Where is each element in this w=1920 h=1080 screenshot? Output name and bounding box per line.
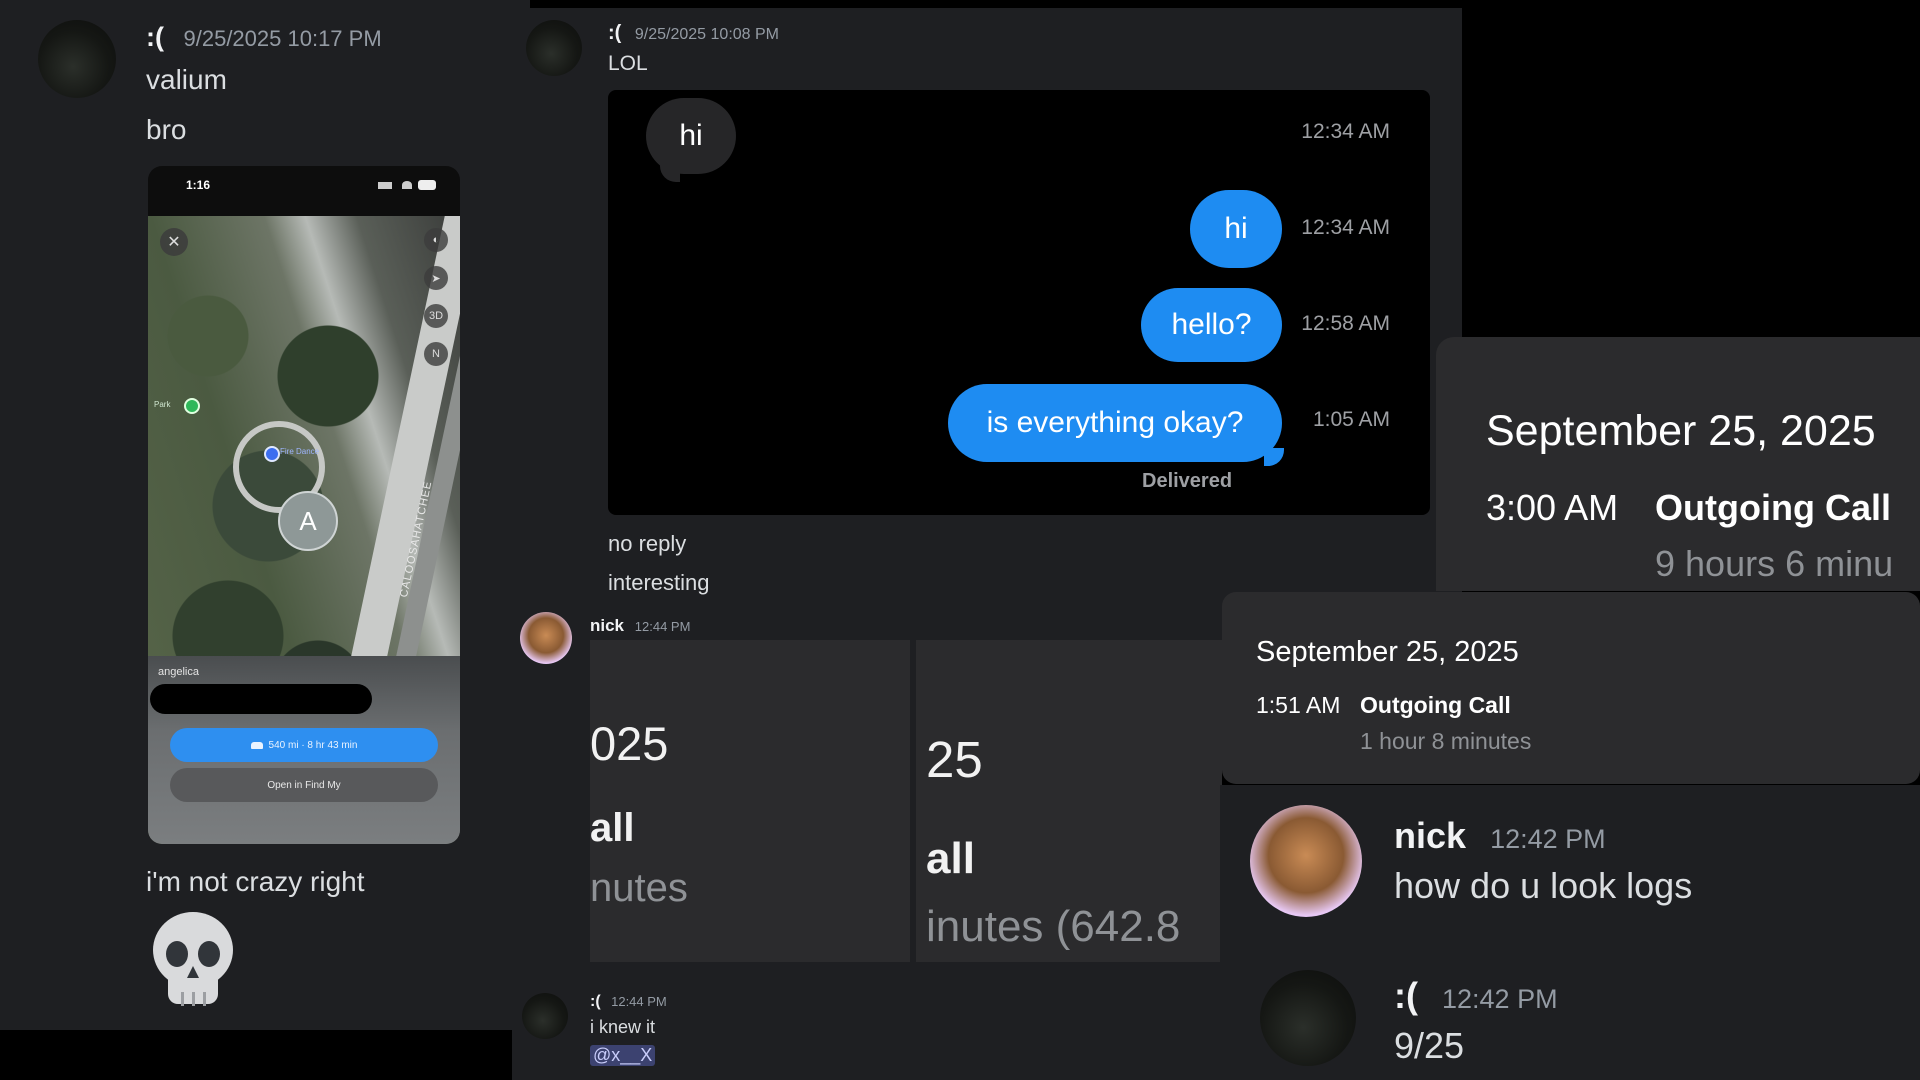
directions-label: 540 mi · 8 hr 43 min [268, 739, 358, 751]
username[interactable]: :( [608, 22, 621, 44]
call-type: Outgoing Call [1360, 692, 1511, 718]
call-duration: inutes (642.8 [926, 902, 1181, 951]
call-date: 025 [590, 717, 669, 770]
close-icon[interactable]: ✕ [160, 228, 188, 256]
message-text: i knew it [590, 1017, 656, 1037]
message-text: bro [146, 114, 187, 145]
message-timestamp: 12:44 PM [634, 619, 691, 634]
person-name-label: angelica [158, 666, 199, 678]
call-date: September 25, 2025 [1486, 407, 1876, 455]
message-text: no reply [608, 531, 687, 556]
directions-button[interactable]: 540 mi · 8 hr 43 min [170, 728, 438, 762]
avatar[interactable] [1260, 970, 1356, 1066]
message-text: valium [146, 64, 227, 95]
call-duration: 1 hour 8 minutes [1360, 728, 1532, 754]
call-log-card-large: September 25, 2025 3:00 AM Outgoing Call… [1436, 337, 1920, 591]
call-type: all [926, 834, 975, 883]
globe-icon[interactable]: ◐ [424, 228, 448, 252]
outgoing-bubble: hello? [1141, 288, 1282, 362]
call-time: 3:00 AM [1486, 487, 1619, 528]
message-time: 12:34 AM [1301, 120, 1390, 143]
outgoing-bubble: hi [1190, 190, 1282, 268]
incoming-bubble: hi [646, 98, 736, 174]
message-text: i'm not crazy right [146, 866, 365, 897]
message-text: LOL [608, 52, 648, 75]
location-arrow-icon[interactable]: ➤ [424, 266, 448, 290]
username[interactable]: nick [590, 616, 624, 635]
message-text: how do u look logs [1394, 865, 1693, 906]
message-timestamp: 9/25/2025 10:08 PM [634, 26, 779, 43]
avatar[interactable] [1250, 805, 1362, 917]
car-icon [250, 741, 263, 749]
status-icons [378, 180, 436, 190]
discord-message-bottom: :( 12:44 PM i knew it @x__X [512, 975, 1222, 1080]
call-type: Outgoing Call [1655, 487, 1891, 528]
call-date: September 25, 2025 [1256, 636, 1519, 668]
username[interactable]: :( [146, 22, 164, 52]
find-my-screenshot-attachment[interactable]: 1:16 ✕ ◐ ➤ 3D N Park Fire Dance A CALOOS… [148, 166, 460, 844]
status-bar-time: 1:16 [186, 178, 211, 192]
message-time: 1:05 AM [1312, 408, 1390, 431]
call-date: 25 [926, 731, 983, 788]
map-label-place: Fire Dance [280, 447, 320, 456]
outgoing-bubble: is everything okay? [948, 384, 1282, 462]
map-3d-button[interactable]: 3D [424, 304, 448, 328]
message-time: 12:58 AM [1301, 312, 1390, 335]
discord-message-panel-left: :( 9/25/2025 10:17 PM valium bro 1:16 ✕ … [0, 0, 530, 1030]
find-my-bottom-sheet: angelica 540 mi · 8 hr 43 min Open in Fi… [148, 656, 460, 844]
message-time: 12:34 AM [1301, 216, 1390, 239]
map-label-park: Park [154, 400, 171, 409]
call-duration: nutes [590, 866, 688, 910]
imessage-screenshot-attachment[interactable]: hi 12:34 AM hi 12:34 AM hello? 12:58 AM … [608, 90, 1430, 515]
redaction-bar [150, 684, 372, 714]
message-timestamp: 12:42 PM [1490, 824, 1606, 854]
call-log-crop-attachment[interactable]: 025 all nutes [590, 640, 910, 962]
discord-message-nick-attachments: nick 12:44 PM 025 all nutes 25 all inute… [510, 600, 1222, 980]
place-pin-icon [264, 446, 280, 462]
discord-message-panel-center: :( 9/25/2025 10:08 PM LOL hi 12:34 AM hi… [510, 8, 1462, 618]
open-in-find-my-button[interactable]: Open in Find My [170, 768, 438, 802]
username[interactable]: :( [1394, 975, 1418, 1016]
avatar[interactable] [522, 993, 568, 1039]
compass-north-button[interactable]: N [424, 342, 448, 366]
delivered-status: Delivered [1142, 470, 1233, 492]
skull-emoji-icon [153, 912, 233, 1006]
avatar[interactable] [526, 20, 582, 76]
user-mention[interactable]: @x__X [590, 1045, 656, 1066]
message-timestamp: 12:42 PM [1442, 984, 1558, 1014]
discord-message-panel-right: nick 12:42 PM how do u look logs :( 12:4… [1220, 785, 1920, 1080]
message-text: 9/25 [1394, 1025, 1465, 1066]
avatar[interactable] [38, 20, 116, 98]
person-location-pin[interactable]: A [278, 491, 338, 551]
message-timestamp: 9/25/2025 10:17 PM [183, 26, 382, 51]
bubble-tail [1264, 448, 1284, 466]
avatar[interactable] [520, 612, 572, 664]
username[interactable]: :( [590, 993, 601, 1010]
bubble-tail [660, 164, 680, 182]
message-text: interesting [608, 570, 710, 595]
call-type: all [590, 806, 635, 850]
park-pin-icon [184, 398, 200, 414]
call-time: 1:51 AM [1256, 692, 1341, 718]
username[interactable]: nick [1394, 815, 1466, 856]
call-log-crop-attachment[interactable]: 25 all inutes (642.8 [916, 640, 1222, 962]
message-timestamp: 12:44 PM [611, 994, 667, 1009]
call-duration: 9 hours 6 minu [1655, 543, 1894, 584]
call-log-card-small: September 25, 2025 1:51 AM Outgoing Call… [1222, 592, 1920, 784]
